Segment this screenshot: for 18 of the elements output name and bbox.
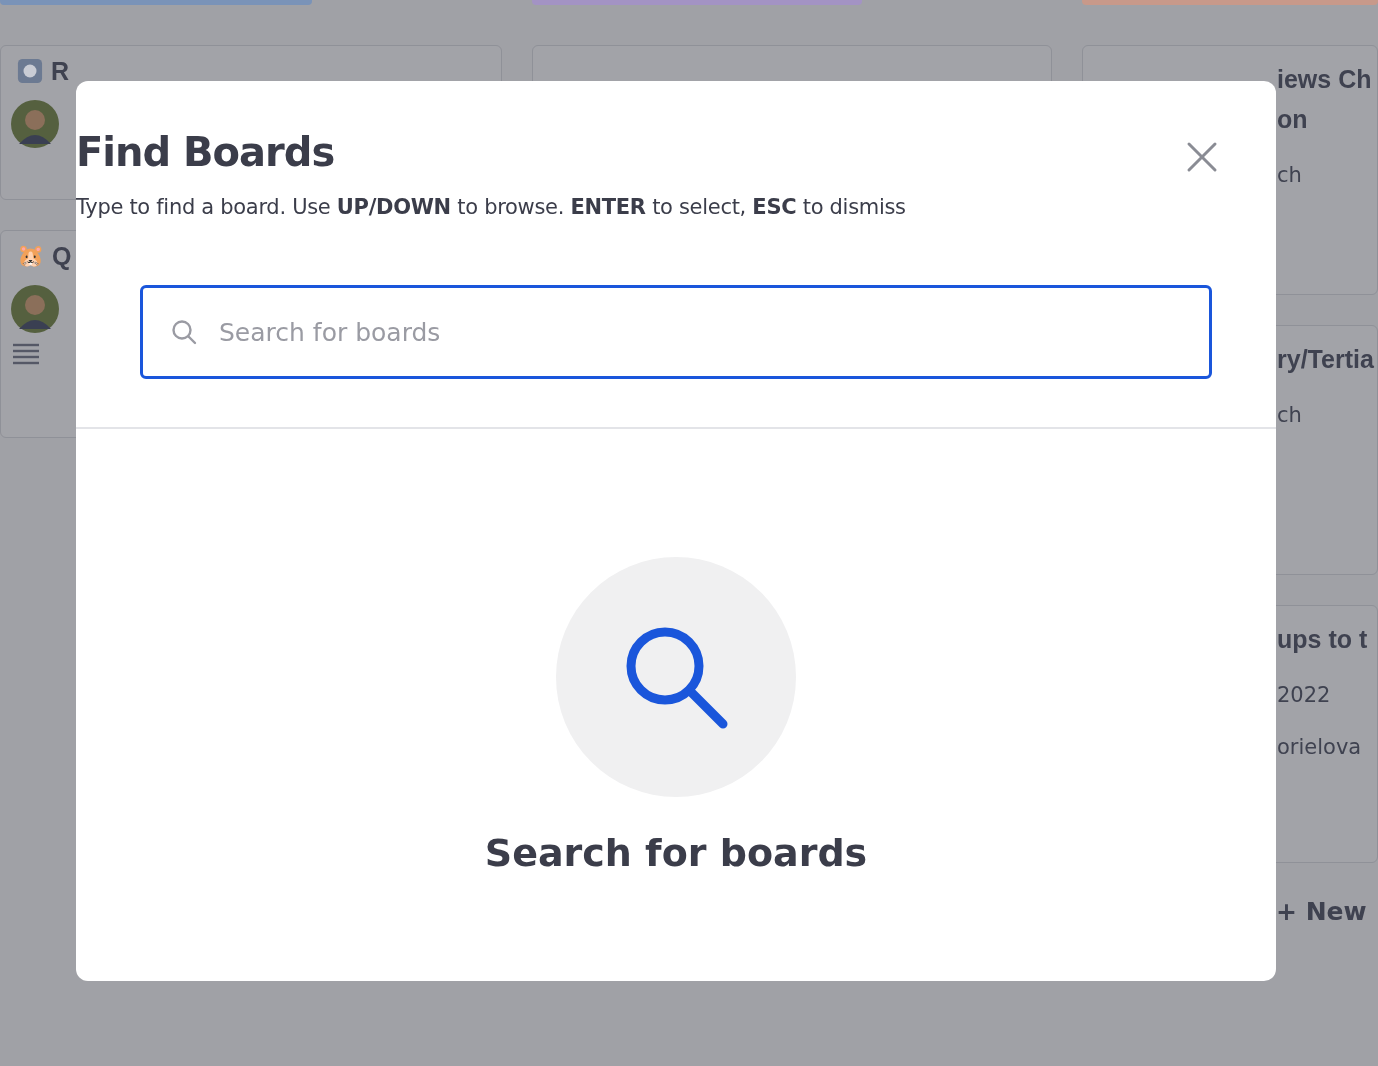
empty-state-message: Search for boards — [484, 831, 868, 875]
dialog-title: Find Boards — [76, 129, 335, 175]
card-detail: ch — [1277, 402, 1303, 429]
hamster-emoji: 🐹 — [17, 242, 44, 270]
search-field[interactable]: Search for boards — [140, 285, 1212, 379]
card-title: Q — [52, 241, 72, 272]
card-detail: ch — [1277, 162, 1303, 189]
card-title: ry/Tertia — [1277, 344, 1374, 375]
card-title: on — [1277, 104, 1308, 135]
card-title: iews Ch — [1277, 64, 1372, 95]
new-card-button[interactable]: + New — [1276, 897, 1367, 926]
search-icon — [171, 319, 197, 345]
card-title: ups to t — [1277, 624, 1368, 655]
card-detail: 2022 — [1277, 682, 1332, 709]
card-title: R — [51, 56, 70, 87]
card-detail: orielova — [1277, 734, 1363, 761]
dialog-instructions: Type to find a board. Use UP/DOWN to browse. ENTER to select, ESC to dismiss — [76, 195, 907, 219]
square-icon — [17, 58, 43, 84]
